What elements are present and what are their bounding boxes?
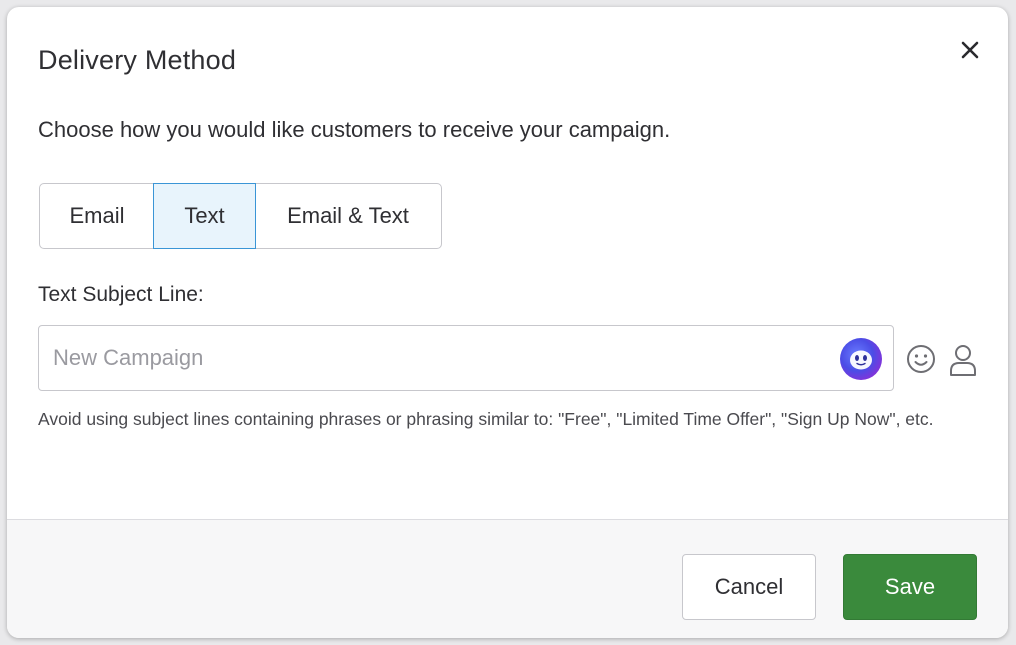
personalize-button[interactable] — [947, 343, 979, 377]
subject-line-label: Text Subject Line: — [38, 283, 204, 306]
subject-line-helper-text: Avoid using subject lines containing phr… — [38, 409, 934, 429]
save-button[interactable]: Save — [843, 554, 977, 620]
dialog-instruction: Choose how you would like customers to r… — [38, 117, 671, 142]
delivery-method-dialog: Delivery Method Choose how you would lik… — [7, 7, 1008, 638]
delivery-option-text[interactable]: Text — [153, 183, 256, 249]
subject-line-input[interactable] — [39, 326, 829, 390]
emoji-icon — [907, 345, 935, 373]
delivery-option-email[interactable]: Email — [40, 184, 154, 248]
close-icon — [961, 41, 979, 59]
emoji-button[interactable] — [905, 343, 937, 375]
close-button[interactable] — [953, 33, 987, 67]
ai-assistant-button[interactable] — [840, 338, 882, 380]
delivery-method-toggle: Email Text Email & Text — [39, 183, 442, 249]
cancel-button[interactable]: Cancel — [682, 554, 816, 620]
ai-assistant-icon — [850, 350, 872, 370]
dialog-footer: Cancel Save — [7, 519, 1008, 638]
subject-line-field — [38, 325, 894, 391]
delivery-option-email-and-text[interactable]: Email & Text — [255, 184, 441, 248]
person-icon — [950, 345, 976, 376]
dialog-title: Delivery Method — [38, 45, 237, 75]
